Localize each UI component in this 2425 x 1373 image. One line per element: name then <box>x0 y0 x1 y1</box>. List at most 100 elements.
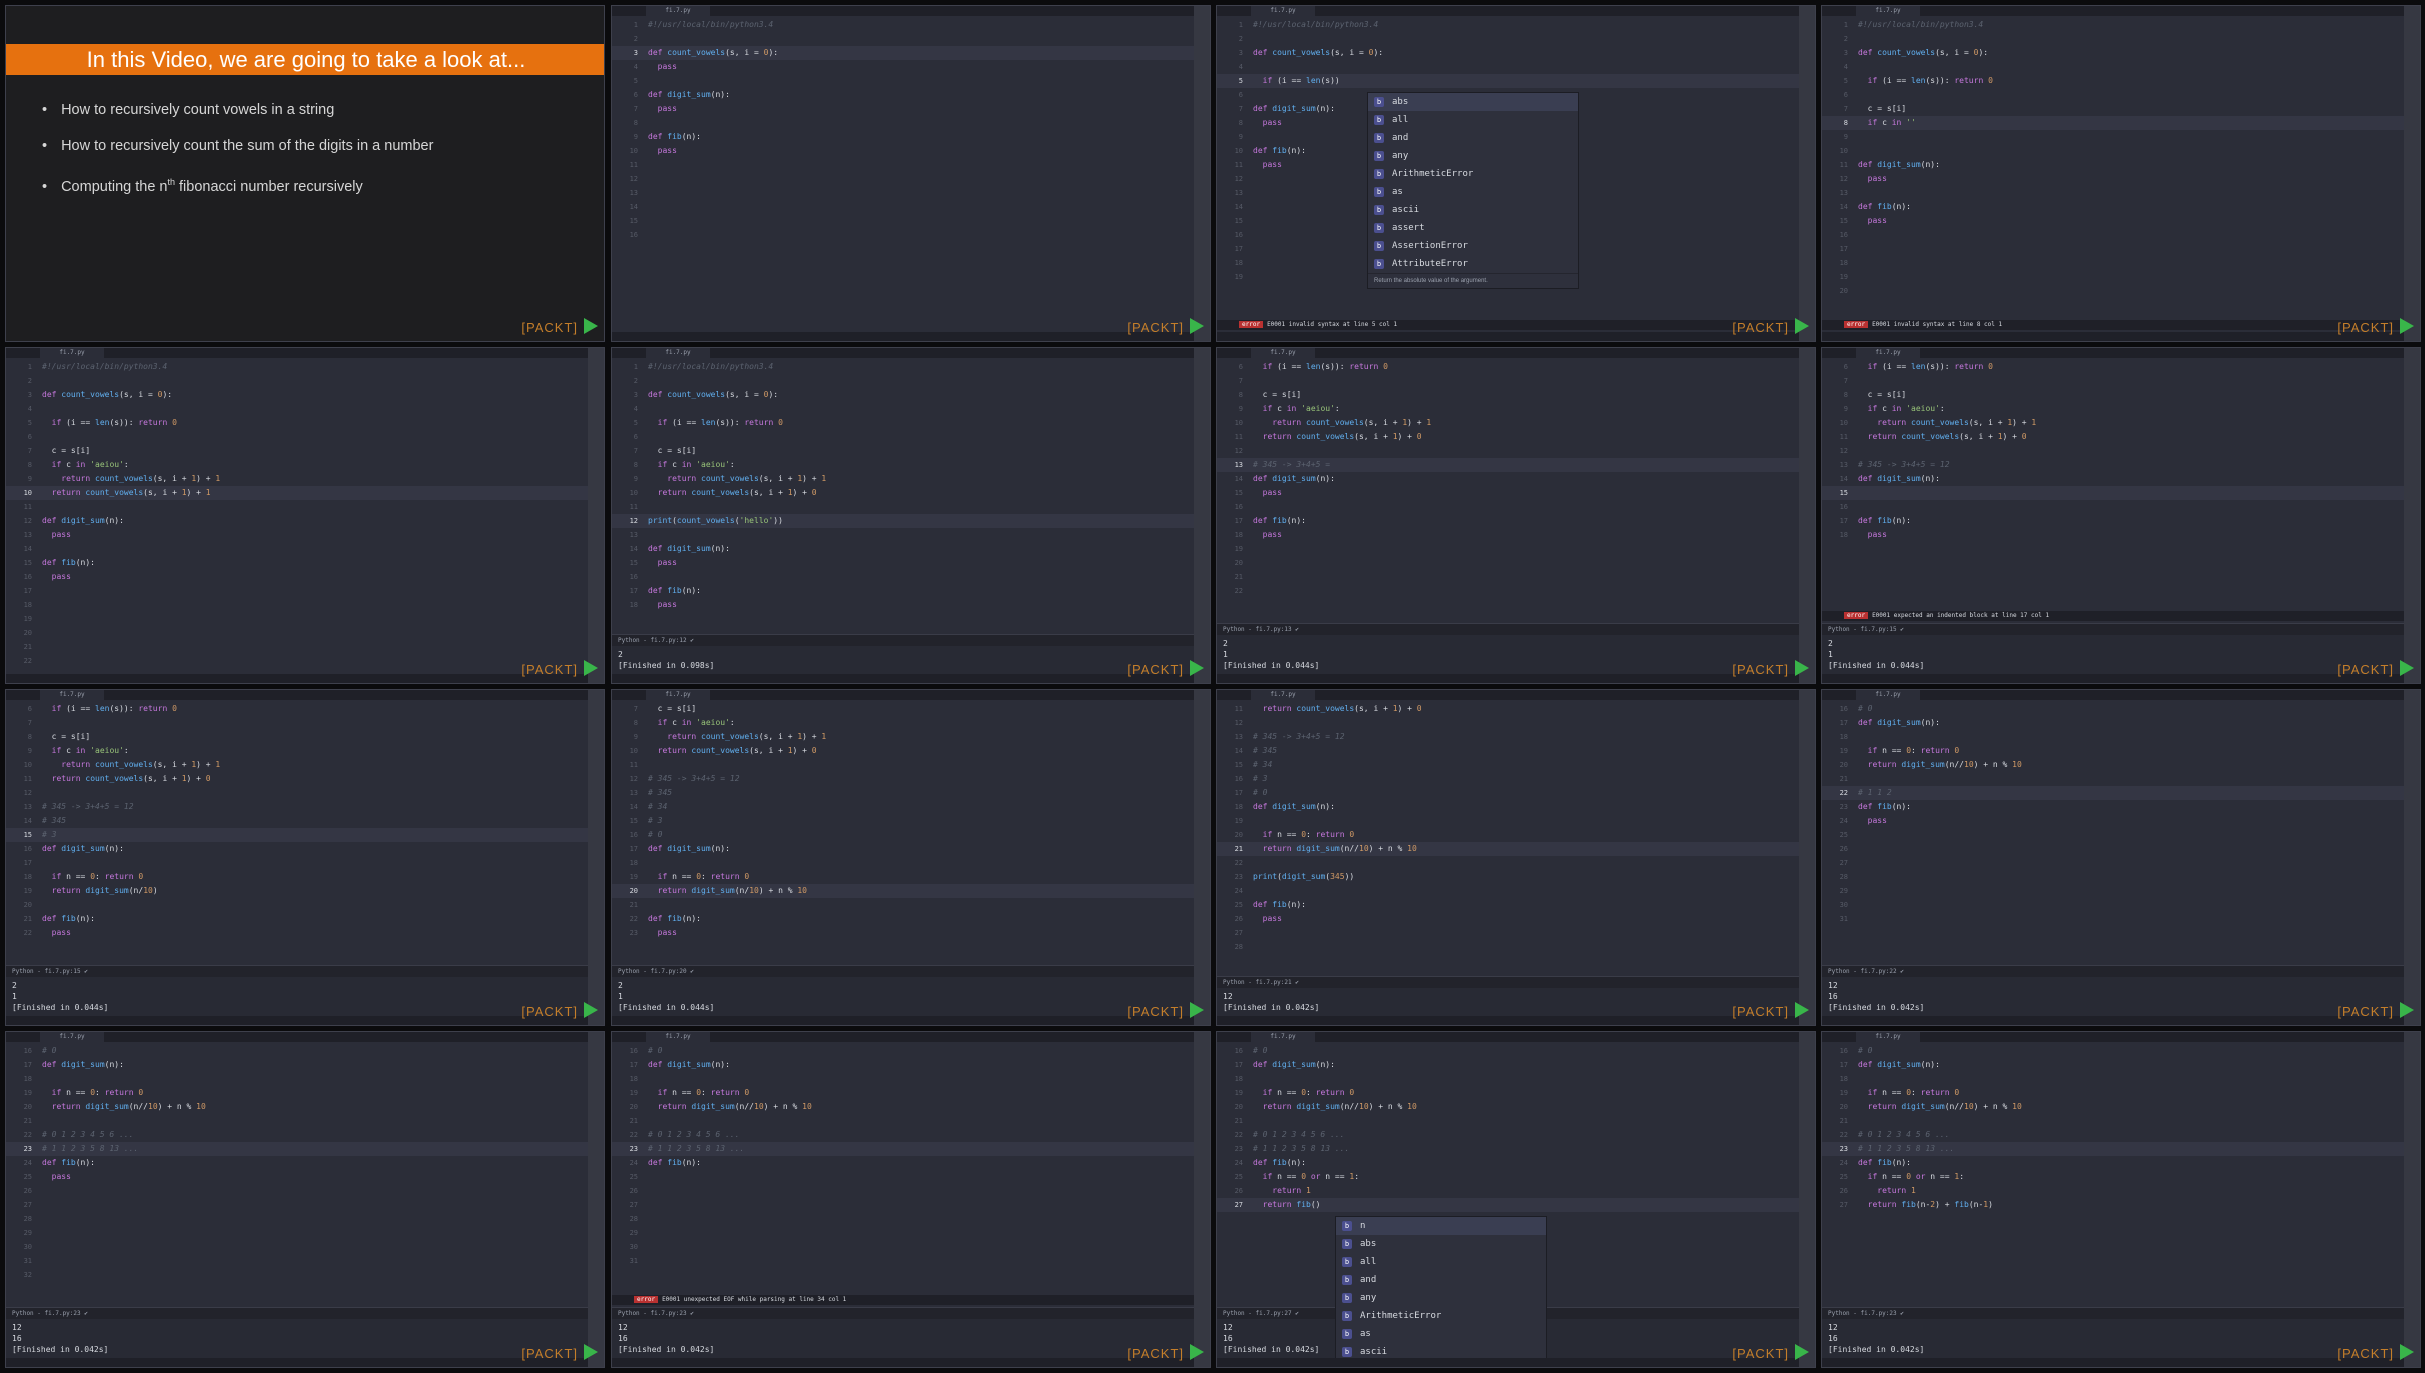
autocomplete-dropdown[interactable]: nabsallandanyArithmeticErrorasascii <box>1335 1216 1547 1362</box>
scrollbar[interactable] <box>2404 690 2420 1025</box>
autocomplete-item[interactable]: as <box>1368 183 1578 201</box>
scrollbar[interactable] <box>1194 690 1210 1025</box>
scrollbar[interactable] <box>1799 348 1815 683</box>
code-line: 11 return count_vowels(s, i + 1) + 0 <box>1217 702 1801 716</box>
code-line: 18 <box>612 1072 1196 1086</box>
autocomplete-item[interactable]: any <box>1368 147 1578 165</box>
code-line: 5 <box>612 74 1196 88</box>
line-number: 28 <box>23 1215 32 1223</box>
file-tab[interactable]: fi.7.py <box>1856 348 1920 358</box>
code-editor[interactable]: 16 # 0 17 def digit_sum(n): 18 19 if n == 0: … <box>6 1044 590 1282</box>
autocomplete-dropdown[interactable]: absallandanyArithmeticErrorasasciiassert… <box>1367 92 1579 289</box>
scrollbar[interactable] <box>1194 6 1210 341</box>
code-editor[interactable]: 1 #!/usr/local/bin/python3.4 2 3 def count_v… <box>612 18 1196 242</box>
play-icon[interactable] <box>2400 660 2414 676</box>
code-editor[interactable]: 6 if (i == len(s)): return 078 c = s[i] 9… <box>1217 360 1801 598</box>
code-text: pass <box>657 104 677 113</box>
play-icon[interactable] <box>584 1344 598 1360</box>
play-icon[interactable] <box>1190 1002 1204 1018</box>
play-icon[interactable] <box>1190 660 1204 676</box>
play-icon[interactable] <box>2400 1002 2414 1018</box>
autocomplete-item[interactable]: and <box>1336 1271 1546 1289</box>
play-icon[interactable] <box>1795 660 1809 676</box>
play-icon[interactable] <box>1190 1344 1204 1360</box>
editor-screenshot-8: fi.7.py 6 if (i == len(s)): return 0 7 8 c … <box>5 689 605 1026</box>
line-number: 13 <box>1839 461 1848 469</box>
autocomplete-item[interactable]: AttributeError <box>1368 255 1578 273</box>
scrollbar[interactable] <box>1799 1032 1815 1367</box>
scrollbar[interactable] <box>2404 1032 2420 1367</box>
autocomplete-item[interactable]: ArithmeticError <box>1336 1307 1546 1325</box>
output-panel-header: Python - fi.7.py:23 ✔ <box>612 1307 1196 1319</box>
file-tab[interactable]: fi.7.py <box>1251 348 1315 358</box>
code-editor[interactable]: 6 if (i == len(s)): return 078 c = s[i] 9… <box>1822 360 2406 542</box>
file-tab[interactable]: fi.7.py <box>40 348 104 358</box>
code-editor[interactable]: 1 #!/usr/local/bin/python3.4 2 3 def count_v… <box>1822 18 2406 298</box>
autocomplete-description: Return the absolute value of the argumen… <box>1368 273 1578 288</box>
autocomplete-item[interactable]: and <box>1368 129 1578 147</box>
code-editor[interactable]: 16 # 0 17 def digit_sum(n): 18 19 if n == 0: … <box>1217 1044 1801 1212</box>
file-tab[interactable]: fi.7.py <box>646 690 710 700</box>
scrollbar[interactable] <box>588 1032 604 1367</box>
autocomplete-item[interactable]: all <box>1336 1253 1546 1271</box>
code-editor[interactable]: 7 c = s[i] 8 if c in 'aeiou': 9 return cou… <box>612 702 1196 940</box>
play-icon[interactable] <box>1795 1344 1809 1360</box>
code-editor[interactable]: 16 # 0 17 def digit_sum(n): 18 19 if n == 0: … <box>1822 702 2406 926</box>
code-text: return count_vowels(s, i + 1) + 0 <box>1262 704 1422 713</box>
line-number: 14 <box>629 203 638 211</box>
scrollbar[interactable] <box>2404 6 2420 341</box>
code-line: 24 def fib(n): <box>6 1156 590 1170</box>
file-tab[interactable]: fi.7.py <box>1856 690 1920 700</box>
code-editor[interactable]: 6 if (i == len(s)): return 078 c = s[i] 9… <box>6 702 590 940</box>
file-tab[interactable]: fi.7.py <box>646 1032 710 1042</box>
code-text: if c in 'aeiou': <box>657 718 735 727</box>
code-editor[interactable]: 1 #!/usr/local/bin/python3.4 2 3 def count_v… <box>6 360 590 668</box>
autocomplete-item[interactable]: assert <box>1368 219 1578 237</box>
file-tab[interactable]: fi.7.py <box>40 690 104 700</box>
scrollbar[interactable] <box>1799 6 1815 341</box>
code-editor[interactable]: 16 # 0 17 def digit_sum(n): 18 19 if n == 0: … <box>612 1044 1196 1268</box>
code-editor[interactable]: 1 #!/usr/local/bin/python3.4 2 3 def count_v… <box>612 360 1196 612</box>
line-number: 23 <box>1234 873 1243 881</box>
code-line: 11 <box>612 500 1196 514</box>
play-icon[interactable] <box>1795 1002 1809 1018</box>
file-tab[interactable]: fi.7.py <box>646 348 710 358</box>
code-line: 16 <box>612 228 1196 242</box>
file-tab[interactable]: fi.7.py <box>40 1032 104 1042</box>
play-icon[interactable] <box>1795 318 1809 334</box>
play-icon[interactable] <box>584 318 598 334</box>
autocomplete-item[interactable]: as <box>1336 1325 1546 1343</box>
scrollbar[interactable] <box>1799 690 1815 1025</box>
file-tab[interactable]: fi.7.py <box>1251 6 1315 16</box>
file-tab[interactable]: fi.7.py <box>1856 6 1920 16</box>
play-icon[interactable] <box>1190 318 1204 334</box>
autocomplete-item[interactable]: abs <box>1368 93 1578 111</box>
play-icon[interactable] <box>2400 1344 2414 1360</box>
autocomplete-item[interactable]: ascii <box>1368 201 1578 219</box>
code-editor[interactable]: 11 return count_vowels(s, i + 1) + 0 12 13… <box>1217 702 1801 954</box>
code-editor[interactable]: 16 # 0 17 def digit_sum(n): 18 19 if n == 0: … <box>1822 1044 2406 1212</box>
play-icon[interactable] <box>584 1002 598 1018</box>
play-icon[interactable] <box>2400 318 2414 334</box>
scrollbar[interactable] <box>588 690 604 1025</box>
code-text: return digit_sum(n//10) + n % 10 <box>1262 844 1417 853</box>
line-number: 21 <box>1234 573 1243 581</box>
autocomplete-item[interactable]: abs <box>1336 1235 1546 1253</box>
scrollbar[interactable] <box>1194 1032 1210 1367</box>
autocomplete-item[interactable]: all <box>1368 111 1578 129</box>
tab-bar: fi.7.py <box>1822 6 2406 16</box>
file-tab[interactable]: fi.7.py <box>646 6 710 16</box>
file-tab[interactable]: fi.7.py <box>1251 690 1315 700</box>
autocomplete-item[interactable]: any <box>1336 1289 1546 1307</box>
autocomplete-item[interactable]: n <box>1336 1217 1546 1235</box>
scrollbar[interactable] <box>1194 348 1210 683</box>
tab-bar: fi.7.py <box>1217 348 1801 358</box>
file-tab[interactable]: fi.7.py <box>1856 1032 1920 1042</box>
file-tab[interactable]: fi.7.py <box>1251 1032 1315 1042</box>
scrollbar[interactable] <box>588 348 604 683</box>
play-icon[interactable] <box>584 660 598 676</box>
code-line: 12 # 345 -> 3+4+5 = 12 <box>612 772 1196 786</box>
scrollbar[interactable] <box>2404 348 2420 683</box>
autocomplete-item[interactable]: ArithmeticError <box>1368 165 1578 183</box>
autocomplete-item[interactable]: AssertionError <box>1368 237 1578 255</box>
